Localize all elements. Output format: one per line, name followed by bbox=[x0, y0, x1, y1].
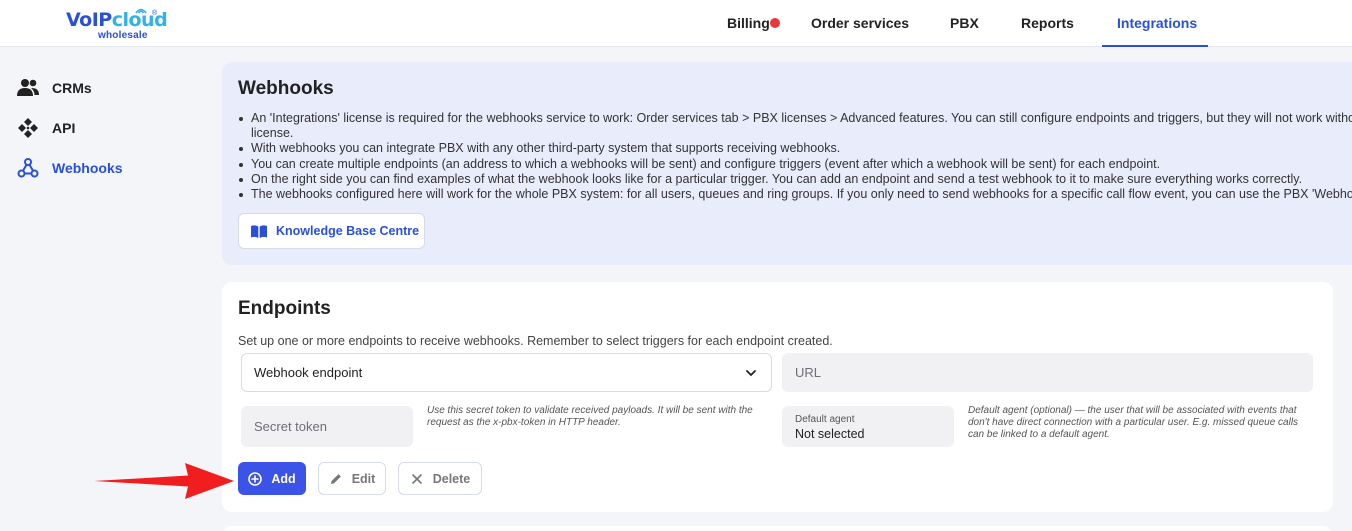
annotation-arrow-icon bbox=[94, 463, 234, 499]
logo-trademark: ® bbox=[152, 10, 158, 17]
url-input[interactable] bbox=[782, 353, 1313, 392]
close-icon bbox=[410, 472, 424, 486]
default-agent-value: Not selected bbox=[795, 427, 865, 441]
nav-integrations[interactable]: Integrations bbox=[1117, 0, 1197, 47]
delete-endpoint-button[interactable]: Delete bbox=[398, 462, 482, 495]
billing-alert-dot bbox=[770, 18, 780, 28]
nav-pbx[interactable]: PBX bbox=[950, 0, 979, 47]
chevron-down-icon bbox=[746, 370, 756, 377]
info-bullet: On the right side you can find examples … bbox=[238, 172, 1352, 187]
next-panel-edge bbox=[222, 526, 1333, 531]
secret-token-input[interactable] bbox=[241, 406, 413, 447]
voipcloud-logo[interactable]: VoIPcloud ® wholesale bbox=[64, 6, 168, 42]
nav-active-indicator bbox=[1102, 45, 1208, 47]
knowledge-base-button[interactable]: Knowledge Base Centre bbox=[238, 213, 425, 249]
nav-billing[interactable]: Billing bbox=[727, 0, 770, 47]
signal-wave-icon bbox=[135, 8, 147, 14]
default-agent-hint: Default agent (optional) — the user that… bbox=[968, 405, 1299, 440]
default-agent-select[interactable]: Default agent Not selected bbox=[782, 406, 954, 447]
secret-token-hint: Use this secret token to validate receiv… bbox=[427, 405, 753, 428]
logo-subtitle: wholesale bbox=[98, 30, 148, 41]
book-open-icon bbox=[250, 224, 268, 239]
info-bullet: With webhooks you can integrate PBX with… bbox=[238, 141, 1352, 156]
plus-circle-icon bbox=[248, 471, 263, 486]
info-bullet-continuation: license. bbox=[251, 126, 294, 141]
default-agent-caption: Default agent bbox=[795, 414, 855, 425]
webhooks-info-list: An 'Integrations' license is required fo… bbox=[238, 111, 1352, 202]
endpoint-select[interactable]: Webhook endpoint bbox=[241, 353, 772, 392]
webhook-icon bbox=[16, 156, 40, 180]
add-endpoint-button[interactable]: Add bbox=[238, 462, 306, 495]
top-header: VoIPcloud ® wholesale Billing Order serv… bbox=[0, 0, 1352, 47]
info-bullet: The webhooks configured here will work f… bbox=[238, 187, 1352, 202]
nav-reports[interactable]: Reports bbox=[1021, 0, 1074, 47]
info-bullet: You can create multiple endpoints (an ad… bbox=[238, 157, 1352, 172]
api-icon bbox=[16, 116, 40, 140]
knowledge-base-label: Knowledge Base Centre bbox=[276, 224, 420, 238]
webhooks-title: Webhooks bbox=[238, 78, 334, 99]
endpoints-title: Endpoints bbox=[238, 298, 331, 319]
sidebar-item-label: API bbox=[52, 120, 76, 136]
add-label: Add bbox=[271, 471, 296, 486]
sidebar-item-api[interactable]: API bbox=[16, 115, 75, 141]
endpoints-panel bbox=[222, 282, 1333, 512]
sidebar-item-webhooks[interactable]: Webhooks bbox=[16, 155, 123, 181]
sidebar-item-label: Webhooks bbox=[52, 160, 123, 176]
users-icon bbox=[16, 76, 40, 100]
pencil-icon bbox=[329, 472, 343, 486]
sidebar-item-crms[interactable]: CRMs bbox=[16, 75, 92, 101]
info-bullet: An 'Integrations' license is required fo… bbox=[238, 111, 1352, 126]
nav-order-services[interactable]: Order services bbox=[811, 0, 909, 47]
delete-label: Delete bbox=[432, 471, 471, 486]
sidebar-item-label: CRMs bbox=[52, 80, 92, 96]
endpoint-select-value: Webhook endpoint bbox=[254, 365, 363, 380]
edit-endpoint-button[interactable]: Edit bbox=[318, 462, 386, 495]
edit-label: Edit bbox=[351, 471, 376, 486]
endpoints-description: Set up one or more endpoints to receive … bbox=[238, 334, 833, 348]
